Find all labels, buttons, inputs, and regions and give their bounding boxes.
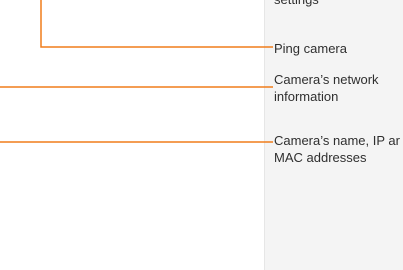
label-ping-camera: Ping camera: [274, 41, 347, 56]
label-network-line-2: information: [274, 89, 339, 104]
label-network-information: Camera’s network information: [274, 71, 379, 105]
label-name-line-2: MAC addresses: [274, 150, 367, 165]
label-name-ip-mac: Camera’s name, IP ar MAC addresses: [274, 132, 400, 166]
leader-line-ping: [40, 0, 273, 48]
label-settings: settings: [274, 0, 319, 8]
label-name-line-1: Camera’s name, IP ar: [274, 133, 400, 148]
callout-diagram: settings Ping camera Camera’s network in…: [0, 0, 403, 270]
label-network-line-1: Camera’s network: [274, 72, 379, 87]
